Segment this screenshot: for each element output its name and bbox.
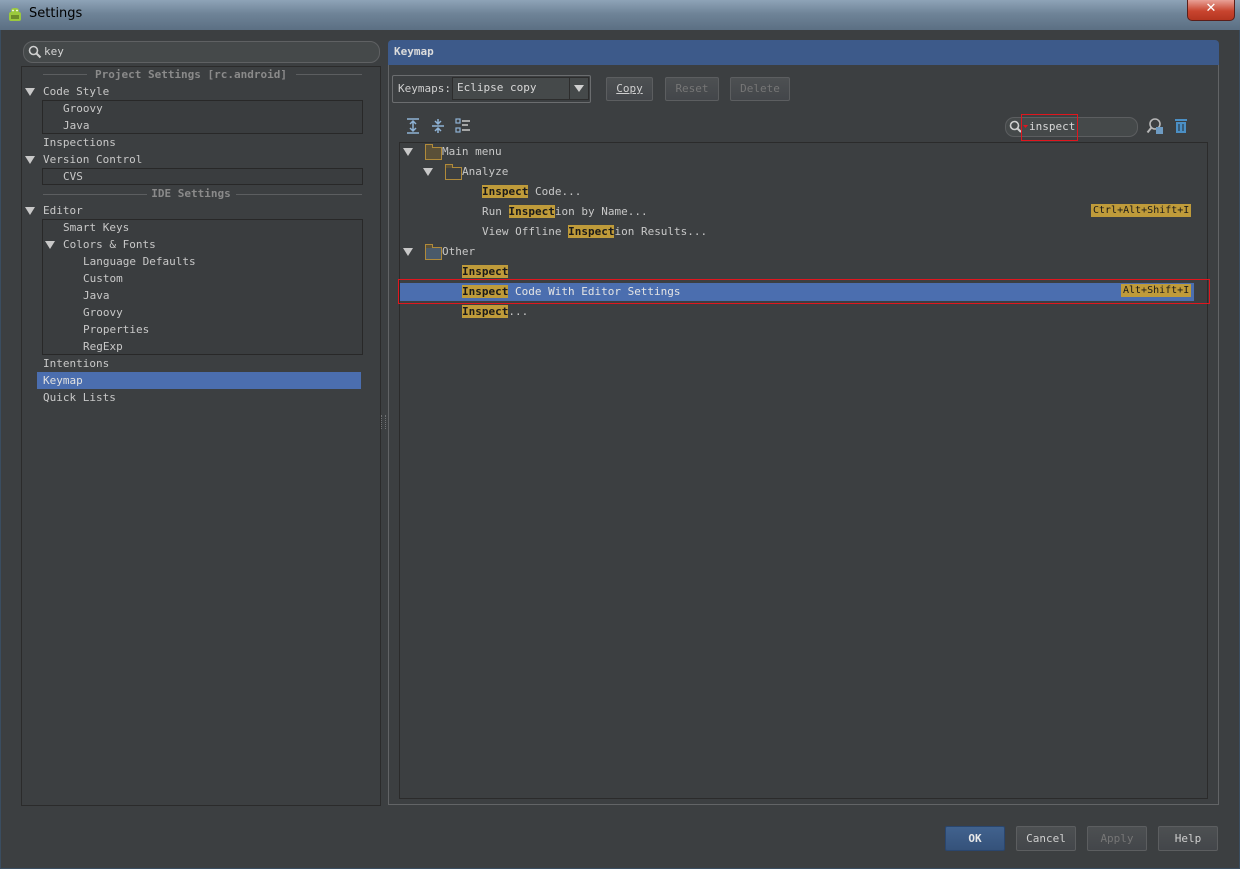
dropdown-arrow-icon[interactable] (569, 78, 588, 99)
tree-item-keymap[interactable]: Keymap (37, 372, 361, 389)
main-menu-folder-icon (425, 144, 442, 160)
tree-item-regexp[interactable]: RegExp (83, 338, 123, 355)
action-label: ion by Name... (554, 205, 648, 218)
tree-item-custom[interactable]: Custom (83, 270, 123, 287)
settings-search-input[interactable]: key (23, 41, 380, 63)
action-tree (399, 142, 1208, 799)
panel-header: Keymap (388, 40, 1219, 65)
close-button[interactable]: ✕ (1187, 0, 1235, 21)
divider (43, 74, 87, 75)
ok-button[interactable]: OK (945, 826, 1005, 851)
version-control-group (42, 168, 363, 185)
match-highlight: Inspect (508, 205, 555, 218)
keymap-select[interactable]: Eclipse copy (452, 77, 589, 100)
action-view-offline-inspection[interactable]: View Offline Inspection Results... (482, 223, 707, 240)
expand-arrow-icon[interactable] (25, 207, 35, 215)
action-label: ... (508, 305, 529, 318)
android-studio-icon (9, 8, 21, 21)
panel-title: Keymap (394, 45, 434, 58)
tree-item-inspections[interactable]: Inspections (43, 134, 116, 151)
action-label: View Offline (482, 225, 569, 238)
tree-item-groovy[interactable]: Groovy (63, 100, 103, 117)
tree-item-version-control[interactable]: Version Control (43, 151, 142, 168)
tree-item-editor[interactable]: Editor (43, 202, 83, 219)
expand-arrow-icon[interactable] (403, 248, 413, 256)
tree-item-analyze[interactable]: Analyze (462, 163, 508, 180)
action-label: Run (482, 205, 509, 218)
folder-icon (445, 164, 462, 180)
window-title: Settings (29, 6, 83, 21)
tree-item-colors-fonts[interactable]: Colors & Fonts (63, 236, 156, 253)
keymaps-label: Keymaps: (398, 82, 451, 95)
search-icon (28, 45, 42, 59)
tree-item-smart-keys[interactable]: Smart Keys (63, 219, 129, 236)
match-highlight: Inspect (568, 225, 615, 238)
expand-arrow-icon[interactable] (423, 168, 433, 176)
apply-button[interactable]: Apply (1087, 826, 1147, 851)
divider (236, 194, 362, 195)
ide-settings-header: IDE Settings (151, 187, 231, 200)
copy-button[interactable]: Copy (606, 77, 653, 101)
action-inspect-ellipsis[interactable]: Inspect... (462, 303, 528, 320)
tree-item-main-menu[interactable]: Main menu (442, 143, 502, 160)
match-highlight: Inspect (462, 265, 509, 278)
divider (43, 194, 147, 195)
tree-item-cvs[interactable]: CVS (63, 168, 83, 185)
tree-item-groovy[interactable]: Groovy (83, 304, 123, 321)
action-inspect-code[interactable]: Inspect Code... (482, 183, 581, 200)
expand-arrow-icon[interactable] (25, 156, 35, 164)
filter-highlight-box (1021, 114, 1078, 141)
tree-item-intentions[interactable]: Intentions (43, 355, 109, 372)
collapse-all-icon[interactable] (429, 117, 447, 135)
action-label: Code... (528, 185, 582, 198)
match-highlight: Inspect (482, 185, 529, 198)
expand-arrow-icon[interactable] (45, 241, 55, 249)
action-inspect[interactable]: Inspect (462, 263, 509, 280)
shortcut-badge: Ctrl+Alt+Shift+I (1091, 204, 1192, 217)
reset-button[interactable]: Reset (665, 77, 719, 101)
find-shortcut-icon[interactable] (1146, 117, 1164, 135)
action-run-inspection-by-name[interactable]: Run Inspection by Name... (482, 203, 648, 220)
match-highlight: Inspect (462, 305, 509, 318)
help-button[interactable]: Help (1158, 826, 1218, 851)
tree-item-java[interactable]: Java (83, 287, 110, 304)
tree-item-quick-lists[interactable]: Quick Lists (43, 389, 116, 406)
tree-item-properties[interactable]: Properties (83, 321, 149, 338)
expand-arrow-icon[interactable] (403, 148, 413, 156)
keymap-select-value: Eclipse copy (457, 81, 537, 94)
delete-button[interactable]: Delete (730, 77, 790, 101)
show-groups-icon[interactable] (454, 117, 472, 135)
action-label: ion Results... (614, 225, 708, 238)
panel-splitter-handle[interactable] (381, 415, 386, 429)
tree-item-language-defaults[interactable]: Language Defaults (83, 253, 196, 270)
tree-item-other[interactable]: Other (442, 243, 475, 260)
tree-item-code-style[interactable]: Code Style (43, 83, 109, 100)
cancel-button[interactable]: Cancel (1016, 826, 1076, 851)
search-value: key (44, 45, 64, 58)
divider (296, 74, 362, 75)
title-bar: Settings (0, 0, 1240, 30)
selection-highlight-box (398, 279, 1210, 304)
expand-arrow-icon[interactable] (25, 88, 35, 96)
clear-filter-icon[interactable] (1172, 117, 1190, 135)
other-folder-icon (425, 244, 442, 260)
project-settings-header: Project Settings [rc.android] (94, 68, 288, 81)
tree-item-java[interactable]: Java (63, 117, 90, 134)
expand-all-icon[interactable] (404, 117, 422, 135)
